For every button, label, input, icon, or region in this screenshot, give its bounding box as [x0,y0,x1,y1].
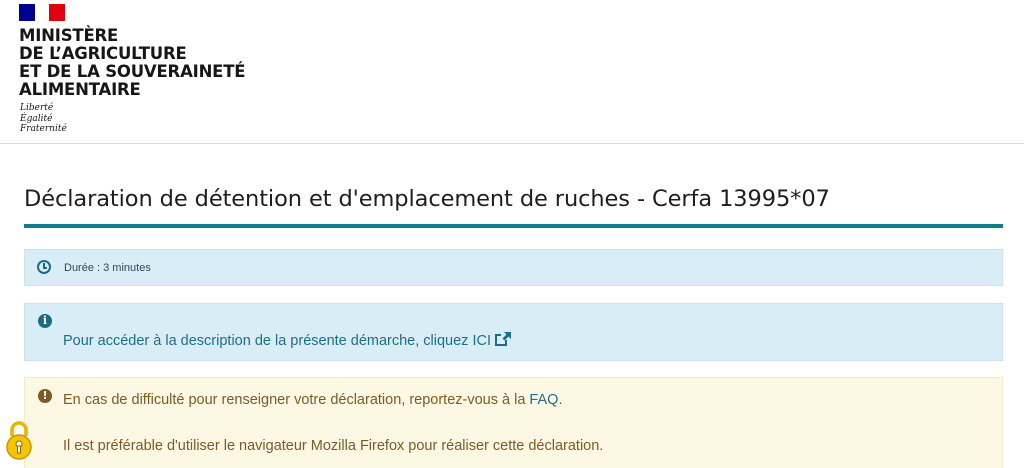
warning-box: ! En cas de difficulté pour renseigner v… [24,377,1003,468]
warning-line-2: Il est préférable d'utiliser le navigate… [63,438,604,454]
warning-line-1-prefix: En cas de difficulté pour renseigner vot… [63,392,530,408]
ministry-line-3: ET DE LA SOUVERAINETÉ [19,62,246,81]
motto-liberte: Liberté [20,103,54,113]
description-link-text: Pour accéder à la description de la prés… [63,333,491,349]
clock-icon [37,260,51,274]
info-box: i Pour accéder à la description de la pr… [24,303,1003,361]
padlock-badge-icon[interactable] [5,420,33,460]
motto-egalite: Égalité [20,113,53,124]
duration-box: Durée : 3 minutes [24,249,1003,286]
external-link-icon [494,332,511,346]
site-header: MINISTÈRE DE L’AGRICULTURE ET DE LA SOUV… [0,0,1024,144]
exclamation-circle-icon: ! [38,389,52,403]
title-underline [24,224,1003,228]
duration-text: Durée : 3 minutes [64,262,151,274]
page-title: Déclaration de détention et d'emplacemen… [24,186,830,212]
motto-fraternite: Fraternité [20,124,67,134]
faq-link[interactable]: FAQ [529,392,558,408]
warning-line-1-suffix: . [558,392,563,408]
info-circle-icon: i [38,314,52,328]
republic-motto: Liberté Égalité Fraternité [20,103,67,135]
ministry-line-4: ALIMENTAIRE [19,80,141,99]
marianne-flag-logo [19,4,65,21]
ministry-name[interactable]: MINISTÈRE DE L’AGRICULTURE ET DE LA SOUV… [19,26,246,99]
ministry-line-2: DE L’AGRICULTURE [19,44,187,63]
description-link[interactable]: Pour accéder à la description de la prés… [63,332,511,349]
warning-line-1: En cas de difficulté pour renseigner vot… [63,392,562,408]
ministry-line-1: MINISTÈRE [19,26,119,45]
